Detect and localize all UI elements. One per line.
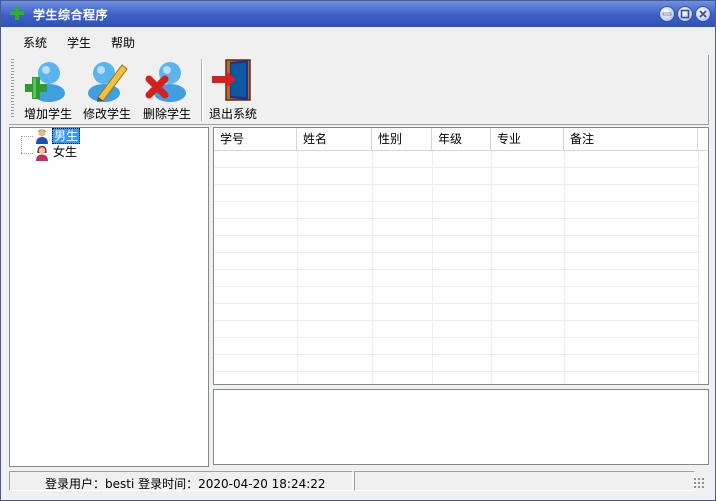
title-bar[interactable]: 学生综合程序 bbox=[1, 1, 715, 27]
exit-system-label: 退出系统 bbox=[208, 107, 257, 121]
student-table[interactable]: 学号 姓名 性别 年级 专业 备注 bbox=[213, 127, 709, 385]
col-header-gender[interactable]: 性别 bbox=[372, 128, 432, 151]
tree-label-female: 女生 bbox=[53, 145, 78, 159]
tree-connector bbox=[21, 136, 22, 153]
col-header-id[interactable]: 学号 bbox=[214, 128, 297, 151]
menu-help[interactable]: 帮助 bbox=[111, 34, 135, 51]
add-student-label: 增加学生 bbox=[23, 107, 72, 121]
minimize-button[interactable] bbox=[659, 6, 675, 22]
add-user-icon bbox=[25, 62, 65, 102]
edit-user-icon bbox=[88, 62, 128, 102]
table-row[interactable] bbox=[214, 185, 698, 202]
table-row[interactable] bbox=[214, 338, 698, 355]
col-header-name[interactable]: 姓名 bbox=[297, 128, 372, 151]
status-login-info: 登录用户：besti 登录时间：2020-04-20 18:24:22 bbox=[45, 477, 326, 491]
tree-connector bbox=[21, 136, 33, 137]
exit-system-button[interactable]: 退出系统 bbox=[207, 55, 259, 125]
add-student-button[interactable]: 增加学生 bbox=[21, 55, 75, 125]
table-row[interactable] bbox=[214, 253, 698, 270]
col-header-remarks[interactable]: 备注 bbox=[564, 128, 698, 151]
resize-grip[interactable] bbox=[693, 477, 705, 489]
toolbar-grip[interactable] bbox=[11, 59, 14, 119]
table-row[interactable] bbox=[214, 270, 698, 287]
delete-student-button[interactable]: 删除学生 bbox=[140, 55, 194, 125]
male-user-icon bbox=[36, 129, 48, 144]
table-row[interactable] bbox=[214, 372, 698, 384]
delete-user-icon bbox=[145, 62, 186, 102]
status-panel-empty bbox=[354, 471, 695, 491]
toolbar: 增加学生 修改学生 删除学生 退出系统 bbox=[9, 55, 709, 125]
table-row[interactable] bbox=[214, 202, 698, 219]
maximize-icon bbox=[680, 9, 690, 19]
table-row[interactable] bbox=[214, 219, 698, 236]
status-bar: 登录用户：besti 登录时间：2020-04-20 18:24:22 bbox=[9, 469, 709, 491]
table-header: 学号 姓名 性别 年级 专业 备注 bbox=[214, 128, 708, 151]
status-panel-user: 登录用户：besti 登录时间：2020-04-20 18:24:22 bbox=[9, 471, 353, 491]
table-row[interactable] bbox=[214, 287, 698, 304]
app-window: 学生综合程序 系统 学生 帮助 增加学生 修改学生 删除学生 退出系统 男生 女… bbox=[0, 0, 716, 501]
col-header-major[interactable]: 专业 bbox=[491, 128, 564, 151]
col-header-grade[interactable]: 年级 bbox=[432, 128, 491, 151]
menu-system[interactable]: 系统 bbox=[23, 34, 47, 51]
plus-app-icon bbox=[10, 6, 24, 20]
maximize-button[interactable] bbox=[677, 6, 693, 22]
table-row[interactable] bbox=[214, 168, 698, 185]
table-row[interactable] bbox=[214, 355, 698, 372]
table-row[interactable] bbox=[214, 236, 698, 253]
edit-student-label: 修改学生 bbox=[82, 107, 131, 121]
toolbar-separator bbox=[201, 59, 203, 121]
female-user-icon bbox=[36, 146, 48, 161]
table-row[interactable] bbox=[214, 151, 698, 168]
tree-label-male: 男生 bbox=[52, 128, 81, 144]
exit-door-icon bbox=[212, 59, 251, 101]
tree-connector bbox=[21, 153, 33, 154]
window-title: 学生综合程序 bbox=[33, 8, 109, 22]
menu-bar: 系统 学生 帮助 bbox=[1, 27, 715, 55]
table-row[interactable] bbox=[214, 321, 698, 338]
minimize-icon bbox=[662, 12, 672, 16]
detail-panel[interactable] bbox=[213, 389, 709, 465]
table-column-line bbox=[698, 151, 699, 384]
close-button[interactable] bbox=[695, 6, 711, 22]
edit-student-button[interactable]: 修改学生 bbox=[80, 55, 134, 125]
close-icon bbox=[699, 10, 707, 18]
category-tree[interactable]: 男生 女生 bbox=[9, 127, 209, 467]
menu-student[interactable]: 学生 bbox=[67, 34, 91, 51]
table-row[interactable] bbox=[214, 304, 698, 321]
delete-student-label: 删除学生 bbox=[142, 107, 191, 121]
